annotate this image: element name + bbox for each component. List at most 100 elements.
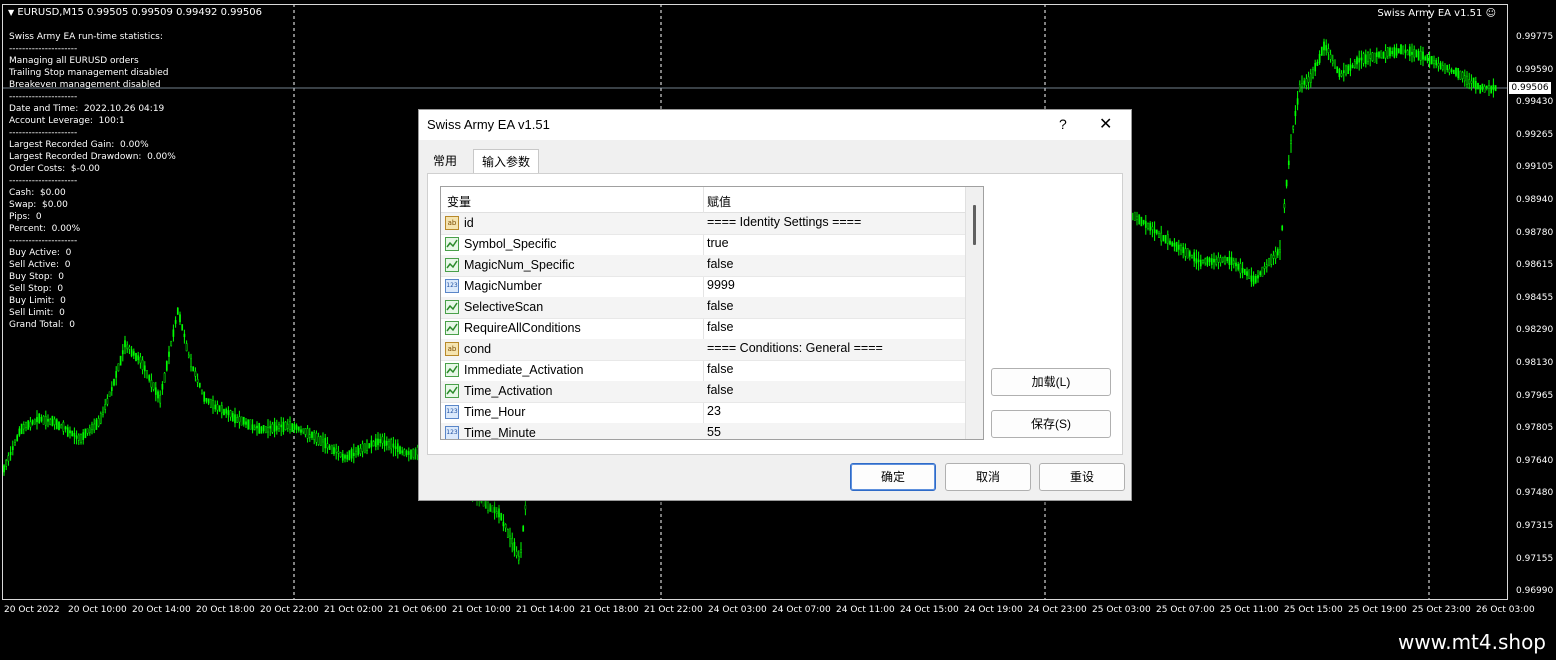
- stats-line: Swiss Army EA run-time statistics:: [9, 32, 163, 42]
- ea-properties-dialog[interactable]: Swiss Army EA v1.51 ? ✕ 常用 输入参数 变量 赋值 ab…: [418, 109, 1132, 501]
- time-label: 21 Oct 02:00: [324, 605, 383, 615]
- time-axis[interactable]: 20 Oct 2022 20 Oct 10:00 20 Oct 14:00 20 Oc…: [0, 600, 1535, 622]
- price-label: 0.99430: [1516, 97, 1554, 108]
- table-row[interactable]: 123 Time_Hour 23: [441, 402, 965, 424]
- price-label: 0.97805: [1516, 423, 1554, 434]
- stats-line: ---------------------: [9, 236, 78, 246]
- param-name: Time_Activation: [464, 384, 553, 398]
- stats-line: Buy Stop: 0: [9, 272, 65, 282]
- time-label: 25 Oct 03:00: [1092, 605, 1151, 615]
- help-button[interactable]: ?: [1059, 116, 1067, 132]
- price-label: 0.99265: [1516, 129, 1554, 140]
- time-label: 24 Oct 07:00: [772, 605, 831, 615]
- param-value[interactable]: true: [707, 236, 729, 250]
- time-label: 25 Oct 11:00: [1220, 605, 1279, 615]
- param-name: MagicNumber: [464, 279, 542, 293]
- inputs-panel: 变量 赋值 ab id ==== Identity Settings ==== Sym…: [427, 173, 1123, 455]
- table-row[interactable]: MagicNum_Specific false: [441, 255, 965, 277]
- param-name: Symbol_Specific: [464, 237, 557, 251]
- table-row[interactable]: Time_Activation false: [441, 381, 965, 403]
- current-price-tag: 0.99506: [1509, 82, 1551, 94]
- column-variable[interactable]: 变量: [447, 193, 471, 210]
- time-label: 24 Oct 19:00: [964, 605, 1023, 615]
- vertical-scrollbar[interactable]: [965, 187, 983, 439]
- price-label: 0.97640: [1516, 455, 1554, 466]
- stats-line: Buy Active: 0: [9, 248, 72, 258]
- param-name: MagicNum_Specific: [464, 258, 575, 272]
- scrollbar-thumb[interactable]: [973, 205, 976, 245]
- column-value[interactable]: 赋值: [707, 193, 731, 210]
- reset-button[interactable]: 重设: [1039, 463, 1125, 491]
- stats-line: Trailing Stop management disabled: [9, 68, 169, 78]
- close-icon[interactable]: ✕: [1099, 114, 1112, 134]
- price-label: 0.98780: [1516, 227, 1554, 238]
- param-value[interactable]: false: [707, 383, 733, 397]
- time-label: 20 Oct 2022: [4, 605, 60, 615]
- price-label: 0.97155: [1516, 553, 1554, 564]
- stats-line: Largest Recorded Drawdown: 0.00%: [9, 152, 176, 162]
- table-row[interactable]: 123 MagicNumber 9999: [441, 276, 965, 298]
- stats-line: Sell Limit: 0: [9, 308, 65, 318]
- collapse-triangle-icon[interactable]: ▼: [8, 8, 14, 17]
- bool-type-icon: [445, 321, 459, 335]
- stats-line: Largest Recorded Gain: 0.00%: [9, 140, 149, 150]
- param-value[interactable]: ==== Identity Settings ====: [707, 215, 861, 229]
- stats-line: Order Costs: $-0.00: [9, 164, 100, 174]
- price-axis[interactable]: 0.99506 0.99775 0.99590 0.99430 0.99265 0.99…: [1508, 0, 1556, 600]
- table-row[interactable]: Immediate_Activation false: [441, 360, 965, 382]
- param-name: SelectiveScan: [464, 300, 544, 314]
- stats-line: Grand Total: 0: [9, 320, 75, 330]
- table-row[interactable]: RequireAllConditions false: [441, 318, 965, 340]
- param-name: id: [464, 216, 474, 230]
- table-row[interactable]: ab id ==== Identity Settings ====: [441, 213, 965, 235]
- time-label: 21 Oct 06:00: [388, 605, 447, 615]
- time-label: 21 Oct 22:00: [644, 605, 703, 615]
- number-type-icon: 123: [445, 405, 459, 419]
- stats-line: Buy Limit: 0: [9, 296, 66, 306]
- dialog-titlebar[interactable]: Swiss Army EA v1.51 ? ✕: [419, 110, 1131, 140]
- time-label: 21 Oct 14:00: [516, 605, 575, 615]
- runtime-stats-panel: Swiss Army EA run-time statistics: ------…: [9, 31, 176, 331]
- param-value[interactable]: 9999: [707, 278, 735, 292]
- param-value[interactable]: false: [707, 362, 733, 376]
- dialog-title: Swiss Army EA v1.51: [427, 117, 550, 132]
- tab-common[interactable]: 常用: [425, 149, 465, 173]
- parameters-table[interactable]: 变量 赋值 ab id ==== Identity Settings ==== Sym…: [440, 186, 984, 440]
- cancel-button[interactable]: 取消: [945, 463, 1031, 491]
- param-value[interactable]: false: [707, 299, 733, 313]
- param-value[interactable]: 55: [707, 425, 721, 439]
- time-label: 20 Oct 22:00: [260, 605, 319, 615]
- stats-line: Sell Stop: 0: [9, 284, 64, 294]
- price-label: 0.97965: [1516, 390, 1554, 401]
- number-type-icon: 123: [445, 426, 459, 439]
- table-row[interactable]: 123 Time_Minute 55: [441, 423, 965, 439]
- time-label: 21 Oct 10:00: [452, 605, 511, 615]
- param-name: Time_Hour: [464, 405, 526, 419]
- time-label: 25 Oct 19:00: [1348, 605, 1407, 615]
- stats-line: Percent: 0.00%: [9, 224, 81, 234]
- time-label: 24 Oct 15:00: [900, 605, 959, 615]
- time-label: 24 Oct 23:00: [1028, 605, 1087, 615]
- tab-inputs[interactable]: 输入参数: [473, 149, 540, 175]
- load-button[interactable]: 加载(L): [991, 368, 1111, 396]
- ok-button[interactable]: 确定: [850, 463, 936, 491]
- price-label: 0.96990: [1516, 586, 1554, 597]
- table-row[interactable]: ab cond ==== Conditions: General ====: [441, 339, 965, 361]
- time-label: 24 Oct 11:00: [836, 605, 895, 615]
- table-row[interactable]: SelectiveScan false: [441, 297, 965, 319]
- param-value[interactable]: ==== Conditions: General ====: [707, 341, 883, 355]
- price-label: 0.98130: [1516, 358, 1554, 368]
- footer-bar: www.mt4.shop: [0, 624, 1556, 660]
- time-label: 25 Oct 23:00: [1412, 605, 1471, 615]
- param-name: RequireAllConditions: [464, 321, 581, 335]
- stats-line: Sell Active: 0: [9, 260, 71, 270]
- time-label: 24 Oct 03:00: [708, 605, 767, 615]
- param-value[interactable]: false: [707, 257, 733, 271]
- param-value[interactable]: false: [707, 320, 733, 334]
- param-value[interactable]: 23: [707, 404, 721, 418]
- table-row[interactable]: Symbol_Specific true: [441, 234, 965, 256]
- time-label: 20 Oct 14:00: [132, 605, 191, 615]
- ticker-text: EURUSD,M15 0.99505 0.99509 0.99492 0.995…: [17, 7, 262, 18]
- save-button[interactable]: 保存(S): [991, 410, 1111, 438]
- stats-line: Pips: 0: [9, 212, 42, 222]
